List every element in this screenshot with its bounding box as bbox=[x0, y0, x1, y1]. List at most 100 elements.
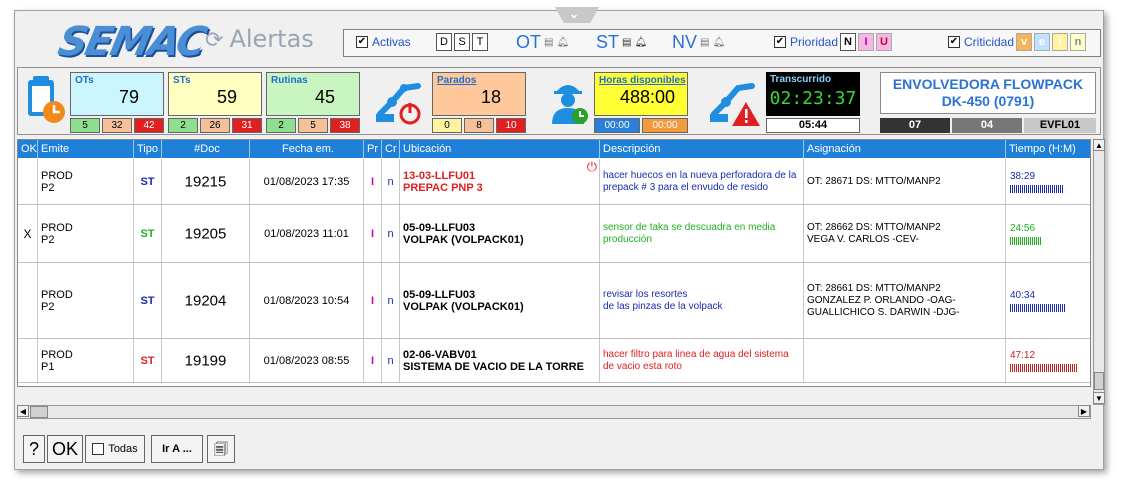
hscroll-thumb[interactable] bbox=[30, 406, 48, 418]
parados-box[interactable]: Parados 18 bbox=[432, 72, 526, 116]
filter-t-button[interactable]: T bbox=[472, 33, 488, 51]
nv-bell-icon[interactable]: 🔔︎ bbox=[712, 37, 725, 48]
horas-box[interactable]: Horas disponibles 488:00 bbox=[594, 72, 688, 116]
table-row[interactable]: PROD P2 ST 19215 01/08/2023 17:35 In 13-03-LLF… bbox=[18, 159, 1090, 205]
cell-emite[interactable]: PROD P1 bbox=[38, 339, 134, 382]
activas-checkbox[interactable]: ✔ bbox=[356, 36, 368, 48]
prioridad-n-button[interactable]: N bbox=[840, 33, 856, 51]
st-filter[interactable]: ST ▤ 🔔︎ bbox=[596, 32, 647, 53]
cell-ubic[interactable]: 02-06-VABV01 SISTEMA DE VACIO DE LA TORRE bbox=[400, 339, 600, 382]
cell-desc[interactable]: sensor de taka se descuadra en media pro… bbox=[600, 205, 804, 262]
cell-asig[interactable]: OT: 28671 DS: MTTO/MANP2 bbox=[804, 159, 1006, 204]
ots-sub-orange[interactable]: 32 bbox=[102, 118, 132, 133]
st-bell-icon[interactable]: 🔔︎ bbox=[634, 37, 647, 48]
horas-sub-orange[interactable]: 00:00 bbox=[642, 118, 688, 133]
cell-emite[interactable]: PROD P2 bbox=[38, 159, 134, 204]
col-ubicacion[interactable]: Ubicación bbox=[400, 140, 600, 158]
ok-button[interactable]: OK bbox=[47, 435, 83, 463]
horizontal-scrollbar[interactable]: ◀ ▶ bbox=[17, 405, 1091, 419]
sts-sub-orange[interactable]: 26 bbox=[200, 118, 230, 133]
ot-filter[interactable]: OT ▤ 🔔︎ bbox=[516, 32, 569, 53]
nv-filter[interactable]: NV ▤ 🔔︎ bbox=[672, 32, 725, 53]
vscroll-thumb[interactable] bbox=[1094, 372, 1104, 390]
cell-desc[interactable]: revisar los resortes de las pinzas de la… bbox=[600, 263, 804, 338]
cell-doc[interactable]: 19205 bbox=[162, 205, 250, 262]
cell-ok[interactable] bbox=[18, 263, 38, 338]
col-asignacion[interactable]: Asignación bbox=[804, 140, 1006, 158]
vertical-scrollbar[interactable]: ▲ ▼ bbox=[1093, 139, 1105, 405]
cell-asig[interactable] bbox=[804, 339, 1006, 382]
prioridad-checkbox[interactable]: ✔ bbox=[774, 36, 786, 48]
horas-sub-blue[interactable]: 00:00 bbox=[594, 118, 640, 133]
filter-s-button[interactable]: S bbox=[454, 33, 470, 51]
col-tiempo[interactable]: Tiempo (H:M) bbox=[1006, 140, 1090, 158]
ot-doc-icon[interactable]: ▤ bbox=[544, 37, 553, 48]
cell-desc[interactable]: hacer huecos en la nueva perforadora de … bbox=[600, 159, 804, 204]
cell-tiempo[interactable]: 24:56 bbox=[1006, 205, 1090, 262]
cell-tiempo[interactable]: 40:34 bbox=[1006, 263, 1090, 338]
parados-sub-yellow[interactable]: 0 bbox=[432, 118, 462, 133]
cell-doc[interactable]: 19199 bbox=[162, 339, 250, 382]
cell-tipo[interactable]: ST bbox=[134, 339, 162, 382]
criticidad-e-button[interactable]: e bbox=[1034, 33, 1050, 51]
cell-pr[interactable]: I bbox=[364, 339, 382, 382]
table-row[interactable]: X PROD P2 ST 19205 01/08/2023 11:01 In 05-09-LL… bbox=[18, 205, 1090, 263]
sts-sub-green[interactable]: 2 bbox=[168, 118, 198, 133]
cell-cr[interactable]: n bbox=[382, 159, 400, 204]
criticidad-checkbox[interactable]: ✔ bbox=[948, 36, 960, 48]
table-row[interactable]: PROD P1 ST 19199 01/08/2023 08:55 In 02-06-VAB… bbox=[18, 339, 1090, 383]
prioridad-u-button[interactable]: U bbox=[876, 33, 892, 51]
col-doc[interactable]: #Doc bbox=[162, 140, 250, 158]
cell-pr[interactable]: I bbox=[364, 263, 382, 338]
prioridad-filter[interactable]: ✔ Prioridad bbox=[774, 35, 838, 49]
cell-ok[interactable]: X bbox=[18, 205, 38, 262]
rutinas-sub-red[interactable]: 38 bbox=[330, 118, 360, 133]
cell-cr[interactable]: n bbox=[382, 263, 400, 338]
rutinas-sub-green[interactable]: 2 bbox=[266, 118, 296, 133]
ot-bell-icon[interactable]: 🔔︎ bbox=[556, 37, 569, 48]
cell-fecha[interactable]: 01/08/2023 11:01 bbox=[250, 205, 364, 262]
criticidad-v-button[interactable]: v bbox=[1016, 33, 1032, 51]
cell-desc[interactable]: hacer filtro para linea de agua del sist… bbox=[600, 339, 804, 382]
col-emite[interactable]: Emite bbox=[38, 140, 134, 158]
cell-tipo[interactable]: ST bbox=[134, 205, 162, 262]
notes-icon[interactable]: 🗐︎ bbox=[207, 435, 235, 463]
cell-ok[interactable] bbox=[18, 159, 38, 204]
cell-fecha[interactable]: 01/08/2023 17:35 bbox=[250, 159, 364, 204]
parados-sub-orange[interactable]: 8 bbox=[464, 118, 494, 133]
collapse-handle[interactable]: ⌄ bbox=[555, 7, 599, 23]
rutinas-sub-orange[interactable]: 5 bbox=[298, 118, 328, 133]
st-doc-icon[interactable]: ▤ bbox=[622, 37, 631, 48]
criticidad-filter[interactable]: ✔ Criticidad bbox=[948, 35, 1014, 49]
todas-checkbox[interactable] bbox=[92, 443, 105, 455]
col-descripcion[interactable]: Descripción bbox=[600, 140, 804, 158]
cell-emite[interactable]: PROD P2 bbox=[38, 205, 134, 262]
col-tipo[interactable]: Tipo bbox=[134, 140, 162, 158]
scroll-down-icon[interactable]: ▼ bbox=[1093, 392, 1105, 404]
cell-tiempo[interactable]: 47:12 bbox=[1006, 339, 1090, 382]
col-fecha[interactable]: Fecha em. bbox=[250, 140, 364, 158]
cell-pr[interactable]: I bbox=[364, 159, 382, 204]
cell-tiempo[interactable]: 38:29 bbox=[1006, 159, 1090, 204]
cell-pr[interactable]: I bbox=[364, 205, 382, 262]
col-cr[interactable]: Cr bbox=[382, 140, 400, 158]
ots-box[interactable]: OTs 79 bbox=[70, 72, 164, 116]
cell-ok[interactable] bbox=[18, 339, 38, 382]
cell-asig[interactable]: OT: 28662 DS: MTTO/MANP2 VEGA V. CARLOS … bbox=[804, 205, 1006, 262]
parados-sub-red[interactable]: 10 bbox=[496, 118, 526, 133]
nv-doc-icon[interactable]: ▤ bbox=[700, 37, 709, 48]
rutinas-box[interactable]: Rutinas 45 bbox=[266, 72, 360, 116]
ots-sub-red[interactable]: 42 bbox=[134, 118, 164, 133]
todas-toggle[interactable]: Todas bbox=[85, 435, 145, 463]
cell-ubic[interactable]: 05-09-LLFU03 VOLPAK (VOLPACK01) bbox=[400, 263, 600, 338]
cell-doc[interactable]: 19204 bbox=[162, 263, 250, 338]
scroll-left-icon[interactable]: ◀ bbox=[17, 405, 29, 417]
sts-sub-red[interactable]: 31 bbox=[232, 118, 262, 133]
help-button[interactable]: ? bbox=[23, 435, 45, 463]
ots-sub-green[interactable]: 5 bbox=[70, 118, 100, 133]
cell-doc[interactable]: 19215 bbox=[162, 159, 250, 204]
refresh-icon[interactable]: ⟳ bbox=[205, 28, 223, 53]
activas-filter[interactable]: ✔ Activas bbox=[356, 35, 411, 49]
cell-cr[interactable]: n bbox=[382, 339, 400, 382]
ir-a-button[interactable]: Ir A ... bbox=[151, 435, 203, 463]
